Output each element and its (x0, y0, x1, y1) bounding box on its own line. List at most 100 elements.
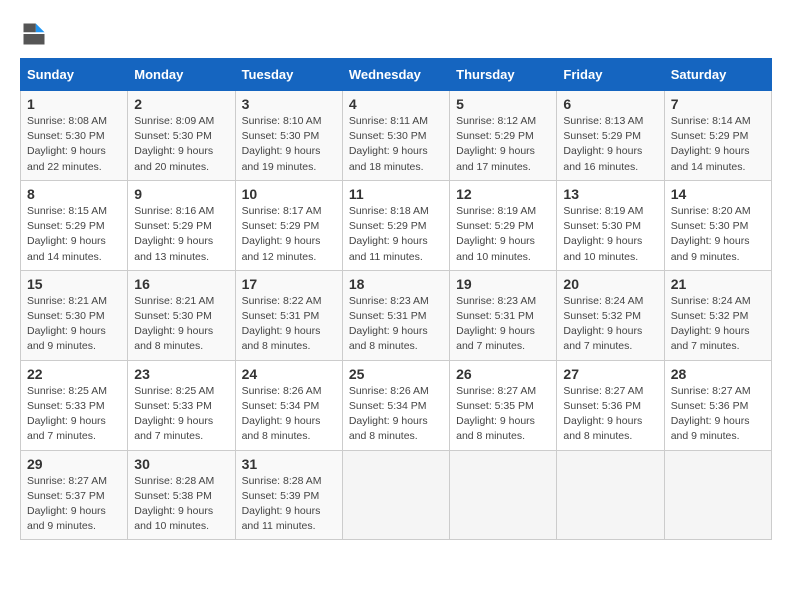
calendar-week-row: 15 Sunrise: 8:21 AMSunset: 5:30 PMDayligh… (21, 270, 772, 360)
weekday-label: Friday (557, 59, 664, 91)
weekday-label: Tuesday (235, 59, 342, 91)
day-info: Sunrise: 8:16 AMSunset: 5:29 PMDaylight:… (134, 204, 228, 265)
calendar-cell: 5Sunrise: 8:12 AMSunset: 5:29 PMDaylight… (450, 91, 557, 181)
day-number: 28 (671, 366, 765, 382)
day-number: 25 (349, 366, 443, 382)
calendar-cell: 3 Sunrise: 8:10 AMSunset: 5:30 PMDaylight… (235, 91, 342, 181)
day-info: Sunrise: 8:15 AMSunset: 5:29 PMDaylight:… (27, 204, 121, 265)
calendar-week-row: 22 Sunrise: 8:25 AMSunset: 5:33 PMDayligh… (21, 360, 772, 450)
calendar-cell (557, 450, 664, 540)
day-info: Sunrise: 8:28 AMSunset: 5:39 PMDaylight:… (242, 474, 336, 535)
calendar-cell: 31 Sunrise: 8:28 AMSunset: 5:39 PMDayligh… (235, 450, 342, 540)
day-number: 24 (242, 366, 336, 382)
weekday-label: Wednesday (342, 59, 449, 91)
day-info: Sunrise: 8:21 AMSunset: 5:30 PMDaylight:… (134, 294, 228, 355)
day-number: 14 (671, 186, 765, 202)
day-number: 4 (349, 96, 443, 112)
calendar-body: 1 Sunrise: 8:08 AMSunset: 5:30 PMDaylight… (21, 91, 772, 540)
calendar-cell: 7 Sunrise: 8:14 AMSunset: 5:29 PMDaylight… (664, 91, 771, 181)
day-info: Sunrise: 8:22 AMSunset: 5:31 PMDaylight:… (242, 294, 336, 355)
calendar-cell: 18 Sunrise: 8:23 AMSunset: 5:31 PMDayligh… (342, 270, 449, 360)
day-number: 3 (242, 96, 336, 112)
calendar-cell: 10 Sunrise: 8:17 AMSunset: 5:29 PMDayligh… (235, 180, 342, 270)
day-number: 11 (349, 186, 443, 202)
day-number: 1 (27, 96, 121, 112)
calendar-week-row: 29 Sunrise: 8:27 AMSunset: 5:37 PMDayligh… (21, 450, 772, 540)
day-info: Sunrise: 8:25 AMSunset: 5:33 PMDaylight:… (134, 384, 228, 445)
day-info: Sunrise: 8:08 AMSunset: 5:30 PMDaylight:… (27, 114, 121, 175)
day-info: Sunrise: 8:14 AMSunset: 5:29 PMDaylight:… (671, 114, 765, 175)
calendar-cell: 15 Sunrise: 8:21 AMSunset: 5:30 PMDayligh… (21, 270, 128, 360)
day-info: Sunrise: 8:17 AMSunset: 5:29 PMDaylight:… (242, 204, 336, 265)
day-info: Sunrise: 8:27 AMSunset: 5:37 PMDaylight:… (27, 474, 121, 535)
day-number: 26 (456, 366, 550, 382)
calendar-cell: 1 Sunrise: 8:08 AMSunset: 5:30 PMDaylight… (21, 91, 128, 181)
calendar-cell: 16 Sunrise: 8:21 AMSunset: 5:30 PMDayligh… (128, 270, 235, 360)
day-info: Sunrise: 8:26 AMSunset: 5:34 PMDaylight:… (242, 384, 336, 445)
weekday-label: Thursday (450, 59, 557, 91)
calendar-cell: 11 Sunrise: 8:18 AMSunset: 5:29 PMDayligh… (342, 180, 449, 270)
day-number: 2 (134, 96, 228, 112)
day-number: 12 (456, 186, 550, 202)
calendar-table: SundayMondayTuesdayWednesdayThursdayFrid… (20, 58, 772, 540)
calendar-cell: 14Sunrise: 8:20 AMSunset: 5:30 PMDayligh… (664, 180, 771, 270)
day-info: Sunrise: 8:27 AMSunset: 5:36 PMDaylight:… (671, 384, 765, 445)
calendar-cell (450, 450, 557, 540)
calendar-cell: 19Sunrise: 8:23 AMSunset: 5:31 PMDayligh… (450, 270, 557, 360)
day-info: Sunrise: 8:23 AMSunset: 5:31 PMDaylight:… (349, 294, 443, 355)
calendar-cell: 30 Sunrise: 8:28 AMSunset: 5:38 PMDayligh… (128, 450, 235, 540)
day-info: Sunrise: 8:13 AMSunset: 5:29 PMDaylight:… (563, 114, 657, 175)
day-info: Sunrise: 8:25 AMSunset: 5:33 PMDaylight:… (27, 384, 121, 445)
calendar-cell: 25 Sunrise: 8:26 AMSunset: 5:34 PMDayligh… (342, 360, 449, 450)
day-info: Sunrise: 8:09 AMSunset: 5:30 PMDaylight:… (134, 114, 228, 175)
calendar-cell: 24 Sunrise: 8:26 AMSunset: 5:34 PMDayligh… (235, 360, 342, 450)
calendar-week-row: 1 Sunrise: 8:08 AMSunset: 5:30 PMDaylight… (21, 91, 772, 181)
day-number: 20 (563, 276, 657, 292)
day-info: Sunrise: 8:21 AMSunset: 5:30 PMDaylight:… (27, 294, 121, 355)
day-number: 16 (134, 276, 228, 292)
day-number: 30 (134, 456, 228, 472)
calendar-cell: 21Sunrise: 8:24 AMSunset: 5:32 PMDayligh… (664, 270, 771, 360)
day-number: 7 (671, 96, 765, 112)
logo-icon (20, 20, 48, 48)
calendar-cell: 27Sunrise: 8:27 AMSunset: 5:36 PMDayligh… (557, 360, 664, 450)
calendar-cell: 22 Sunrise: 8:25 AMSunset: 5:33 PMDayligh… (21, 360, 128, 450)
day-number: 22 (27, 366, 121, 382)
weekday-label: Monday (128, 59, 235, 91)
logo (20, 20, 52, 48)
calendar-cell: 2 Sunrise: 8:09 AMSunset: 5:30 PMDaylight… (128, 91, 235, 181)
day-number: 10 (242, 186, 336, 202)
calendar-cell: 13Sunrise: 8:19 AMSunset: 5:30 PMDayligh… (557, 180, 664, 270)
weekday-label: Saturday (664, 59, 771, 91)
calendar-cell: 20 Sunrise: 8:24 AMSunset: 5:32 PMDayligh… (557, 270, 664, 360)
calendar-cell: 28 Sunrise: 8:27 AMSunset: 5:36 PMDayligh… (664, 360, 771, 450)
day-info: Sunrise: 8:23 AMSunset: 5:31 PMDaylight:… (456, 294, 550, 355)
page-header (20, 20, 772, 48)
weekday-header-row: SundayMondayTuesdayWednesdayThursdayFrid… (21, 59, 772, 91)
day-number: 18 (349, 276, 443, 292)
day-number: 13 (563, 186, 657, 202)
day-number: 31 (242, 456, 336, 472)
day-number: 27 (563, 366, 657, 382)
day-info: Sunrise: 8:24 AMSunset: 5:32 PMDaylight:… (671, 294, 765, 355)
day-info: Sunrise: 8:26 AMSunset: 5:34 PMDaylight:… (349, 384, 443, 445)
day-number: 23 (134, 366, 228, 382)
calendar-cell (664, 450, 771, 540)
day-number: 29 (27, 456, 121, 472)
day-info: Sunrise: 8:24 AMSunset: 5:32 PMDaylight:… (563, 294, 657, 355)
day-info: Sunrise: 8:19 AMSunset: 5:29 PMDaylight:… (456, 204, 550, 265)
calendar-cell: 23 Sunrise: 8:25 AMSunset: 5:33 PMDayligh… (128, 360, 235, 450)
calendar-cell (342, 450, 449, 540)
day-number: 6 (563, 96, 657, 112)
day-number: 17 (242, 276, 336, 292)
calendar-week-row: 8 Sunrise: 8:15 AMSunset: 5:29 PMDaylight… (21, 180, 772, 270)
calendar-cell: 4Sunrise: 8:11 AMSunset: 5:30 PMDaylight… (342, 91, 449, 181)
day-info: Sunrise: 8:18 AMSunset: 5:29 PMDaylight:… (349, 204, 443, 265)
day-info: Sunrise: 8:10 AMSunset: 5:30 PMDaylight:… (242, 114, 336, 175)
calendar-cell: 29 Sunrise: 8:27 AMSunset: 5:37 PMDayligh… (21, 450, 128, 540)
day-info: Sunrise: 8:28 AMSunset: 5:38 PMDaylight:… (134, 474, 228, 535)
day-number: 8 (27, 186, 121, 202)
day-number: 15 (27, 276, 121, 292)
day-info: Sunrise: 8:12 AMSunset: 5:29 PMDaylight:… (456, 114, 550, 175)
day-number: 9 (134, 186, 228, 202)
